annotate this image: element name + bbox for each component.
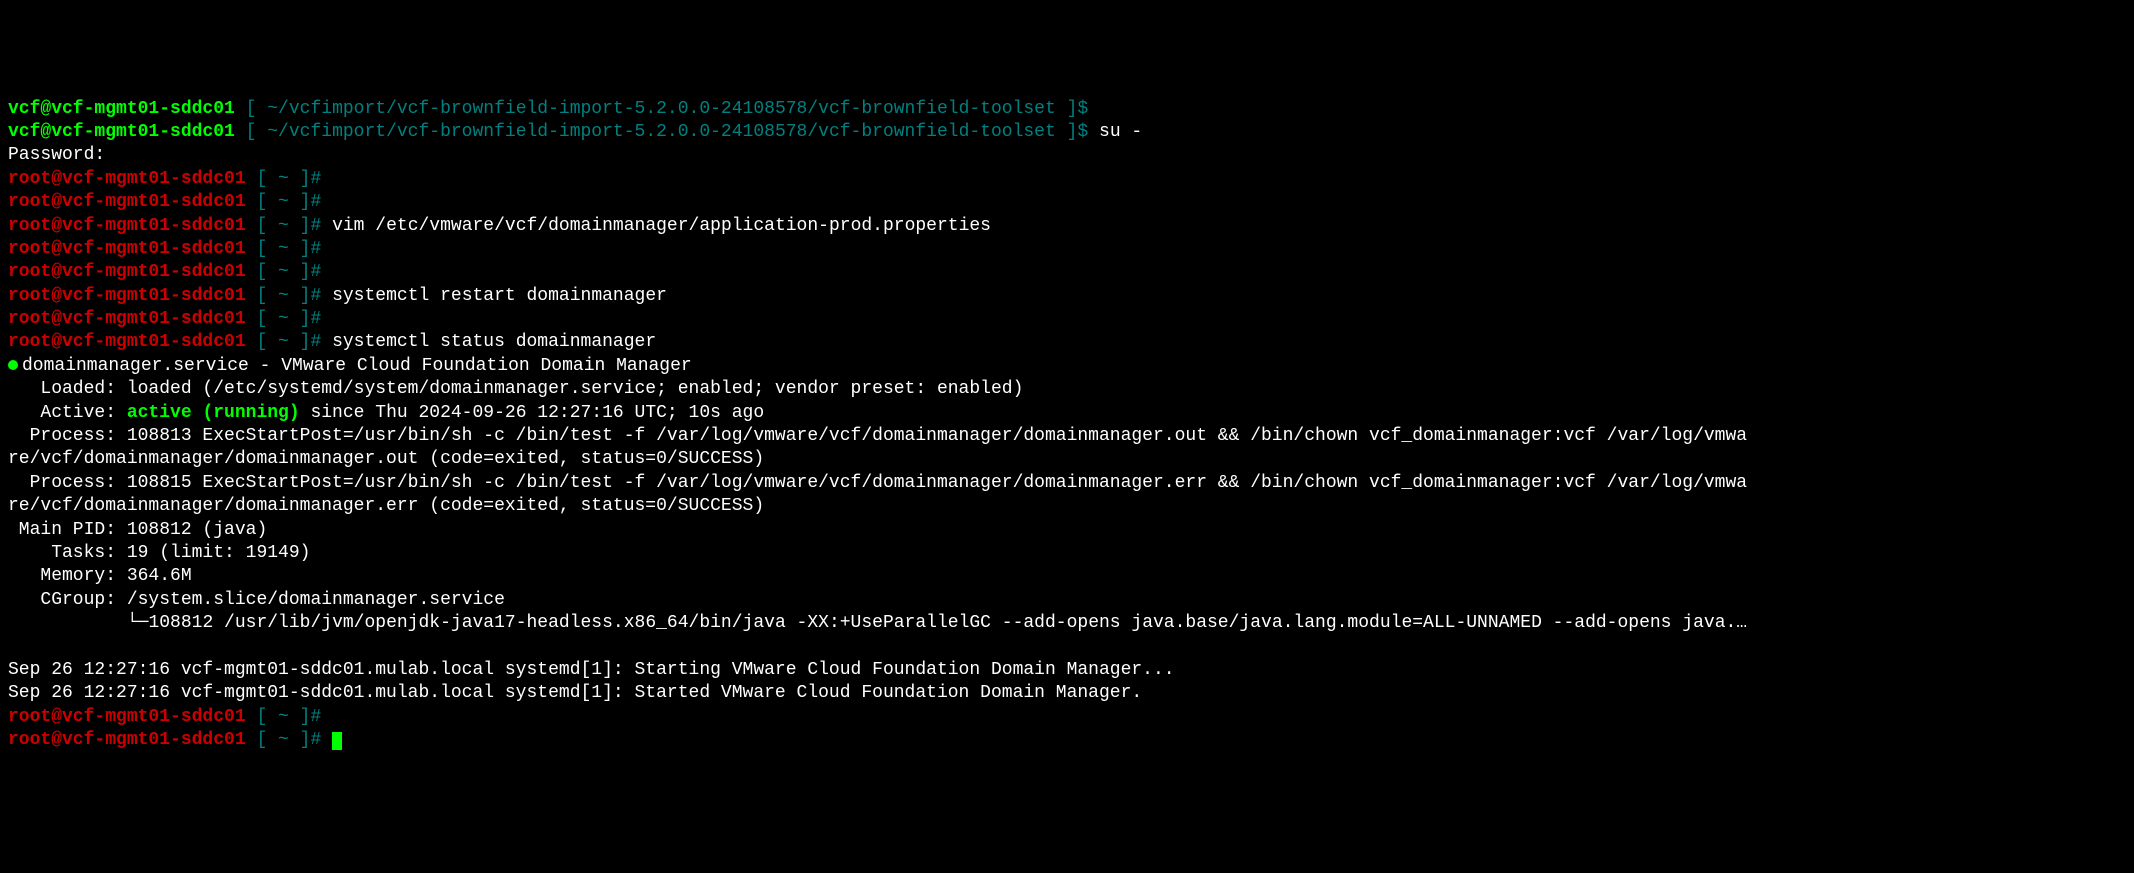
bracket: [ (246, 192, 268, 212)
bracket: [ (246, 332, 268, 352)
space (1088, 122, 1099, 142)
bracket: [ (246, 262, 268, 282)
cmd-status: systemctl status domainmanager (332, 332, 656, 352)
bracket-end: ]# (300, 169, 322, 189)
root-host: root@vcf-mgmt01-sddc01 (8, 730, 246, 750)
path: ~ (267, 332, 299, 352)
path: ~ (267, 262, 299, 282)
bracket-end: ]$ (1067, 122, 1089, 142)
root-host: root@vcf-mgmt01-sddc01 (8, 309, 246, 329)
bracket: [ (246, 286, 268, 306)
process-line: re/vcf/domainmanager/domainmanager.err (… (8, 496, 764, 516)
log-line: Sep 26 12:27:16 vcf-mgmt01-sddc01.mulab.… (8, 660, 1175, 680)
root-host: root@vcf-mgmt01-sddc01 (8, 192, 246, 212)
cmd-su: su - (1099, 122, 1142, 142)
terminal-output[interactable]: vcf@vcf-mgmt01-sddc01 [ ~/vcfimport/vcf-… (8, 98, 2126, 753)
path: ~/vcfimport/vcf-brownfield-import-5.2.0.… (256, 99, 1066, 119)
root-host: root@vcf-mgmt01-sddc01 (8, 239, 246, 259)
path: ~/vcfimport/vcf-brownfield-import-5.2.0.… (256, 122, 1066, 142)
bracket-end: ]# (300, 216, 322, 236)
bracket-end: ]# (300, 192, 322, 212)
cgroup: CGroup: /system.slice/domainmanager.serv… (8, 590, 505, 610)
cursor-icon (332, 732, 342, 750)
log-line: Sep 26 12:27:16 vcf-mgmt01-sddc01.mulab.… (8, 683, 1142, 703)
path: ~ (267, 730, 299, 750)
bracket: [ (246, 216, 268, 236)
active-since: since Thu 2024-09-26 12:27:16 UTC; 10s a… (300, 403, 764, 423)
space (321, 216, 332, 236)
user-host: vcf@vcf-mgmt01-sddc01 (8, 99, 235, 119)
path: ~ (267, 216, 299, 236)
path: ~ (267, 192, 299, 212)
main-pid: Main PID: 108812 (java) (8, 520, 267, 540)
root-host: root@vcf-mgmt01-sddc01 (8, 216, 246, 236)
bracket-end: ]# (300, 286, 322, 306)
bracket: [ (246, 309, 268, 329)
tasks: Tasks: 19 (limit: 19149) (8, 543, 310, 563)
java-process: 108812 /usr/lib/jvm/openjdk-java17-headl… (148, 613, 1747, 633)
bracket: [ (235, 99, 257, 119)
path: ~ (267, 169, 299, 189)
active-label: Active: (8, 403, 127, 423)
bracket-end: ]# (300, 309, 322, 329)
bracket-end: ]$ (1067, 99, 1089, 119)
process-line: re/vcf/domainmanager/domainmanager.out (… (8, 449, 764, 469)
bracket: [ (246, 730, 268, 750)
space (321, 286, 332, 306)
bracket-end: ]# (300, 239, 322, 259)
space (321, 332, 332, 352)
process-line: Process: 108815 ExecStartPost=/usr/bin/s… (8, 473, 1747, 493)
bracket: [ (246, 707, 268, 727)
bracket: [ (246, 169, 268, 189)
root-host: root@vcf-mgmt01-sddc01 (8, 332, 246, 352)
bracket: [ (235, 122, 257, 142)
root-host: root@vcf-mgmt01-sddc01 (8, 286, 246, 306)
service-loaded: Loaded: loaded (/etc/systemd/system/doma… (8, 379, 1023, 399)
path: ~ (267, 707, 299, 727)
status-dot-icon (8, 360, 18, 370)
bracket-end: ]# (300, 332, 322, 352)
bracket-end: ]# (300, 707, 322, 727)
path: ~ (267, 309, 299, 329)
user-host: vcf@vcf-mgmt01-sddc01 (8, 122, 235, 142)
cmd-restart: systemctl restart domainmanager (332, 286, 667, 306)
tree-icon: └─ (8, 613, 148, 633)
path: ~ (267, 239, 299, 259)
service-name: domainmanager.service - VMware Cloud Fou… (22, 356, 692, 376)
root-host: root@vcf-mgmt01-sddc01 (8, 707, 246, 727)
cmd-vim: vim /etc/vmware/vcf/domainmanager/applic… (332, 216, 991, 236)
root-host: root@vcf-mgmt01-sddc01 (8, 169, 246, 189)
process-line: Process: 108813 ExecStartPost=/usr/bin/s… (8, 426, 1747, 446)
memory: Memory: 364.6M (8, 566, 192, 586)
bracket: [ (246, 239, 268, 259)
root-host: root@vcf-mgmt01-sddc01 (8, 262, 246, 282)
active-state: active (running) (127, 403, 300, 423)
bracket-end: ]# (300, 262, 322, 282)
bracket-end: ]# (300, 730, 322, 750)
password-prompt: Password: (8, 145, 105, 165)
space (321, 730, 332, 750)
path: ~ (267, 286, 299, 306)
